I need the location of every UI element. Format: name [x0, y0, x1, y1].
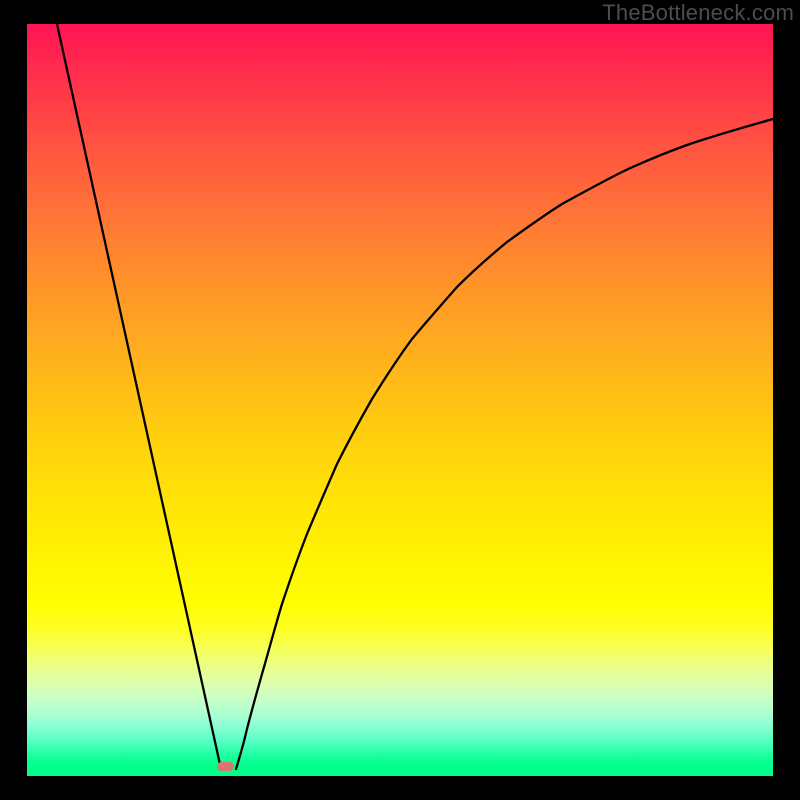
min-marker	[217, 762, 234, 771]
curve-right-branch	[236, 119, 773, 769]
watermark-text: TheBottleneck.com	[602, 0, 794, 26]
chart-frame	[27, 24, 773, 776]
curve-svg	[27, 24, 773, 776]
plot-area	[27, 24, 773, 776]
curve-left-branch	[57, 24, 221, 769]
